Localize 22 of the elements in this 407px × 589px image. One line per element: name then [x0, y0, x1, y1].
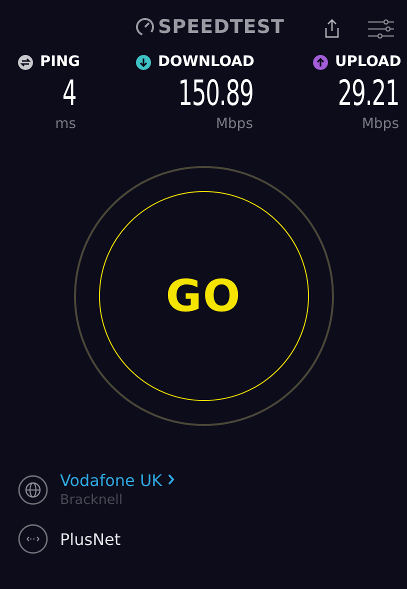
settings-icon: [368, 19, 394, 39]
share-icon: [323, 18, 341, 39]
metric-label: UPLOAD: [335, 54, 402, 70]
metric-value: 4: [62, 74, 76, 114]
gauge-icon: [135, 17, 155, 37]
share-button[interactable]: [323, 18, 341, 39]
metric-label: DOWNLOAD: [158, 54, 254, 70]
globe-icon: [18, 474, 48, 504]
provider-name: PlusNet: [60, 530, 121, 548]
metric-label: PING: [40, 54, 80, 70]
server-location: Bracknell: [60, 492, 124, 508]
server-link[interactable]: Vodafone UK: [60, 471, 176, 490]
metric-value: 29.21: [338, 74, 399, 114]
metric-unit: Mbps: [216, 116, 253, 132]
settings-button[interactable]: [368, 19, 394, 39]
chevron-icon: [167, 473, 176, 486]
connection-icon: [18, 524, 48, 554]
go-button[interactable]: GO: [98, 191, 308, 401]
metric-unit: Mbps: [362, 116, 399, 132]
metric-unit: ms: [55, 116, 76, 132]
metric-value: 150.89: [178, 74, 253, 114]
app-logo: SPEEDTEST: [158, 16, 284, 38]
